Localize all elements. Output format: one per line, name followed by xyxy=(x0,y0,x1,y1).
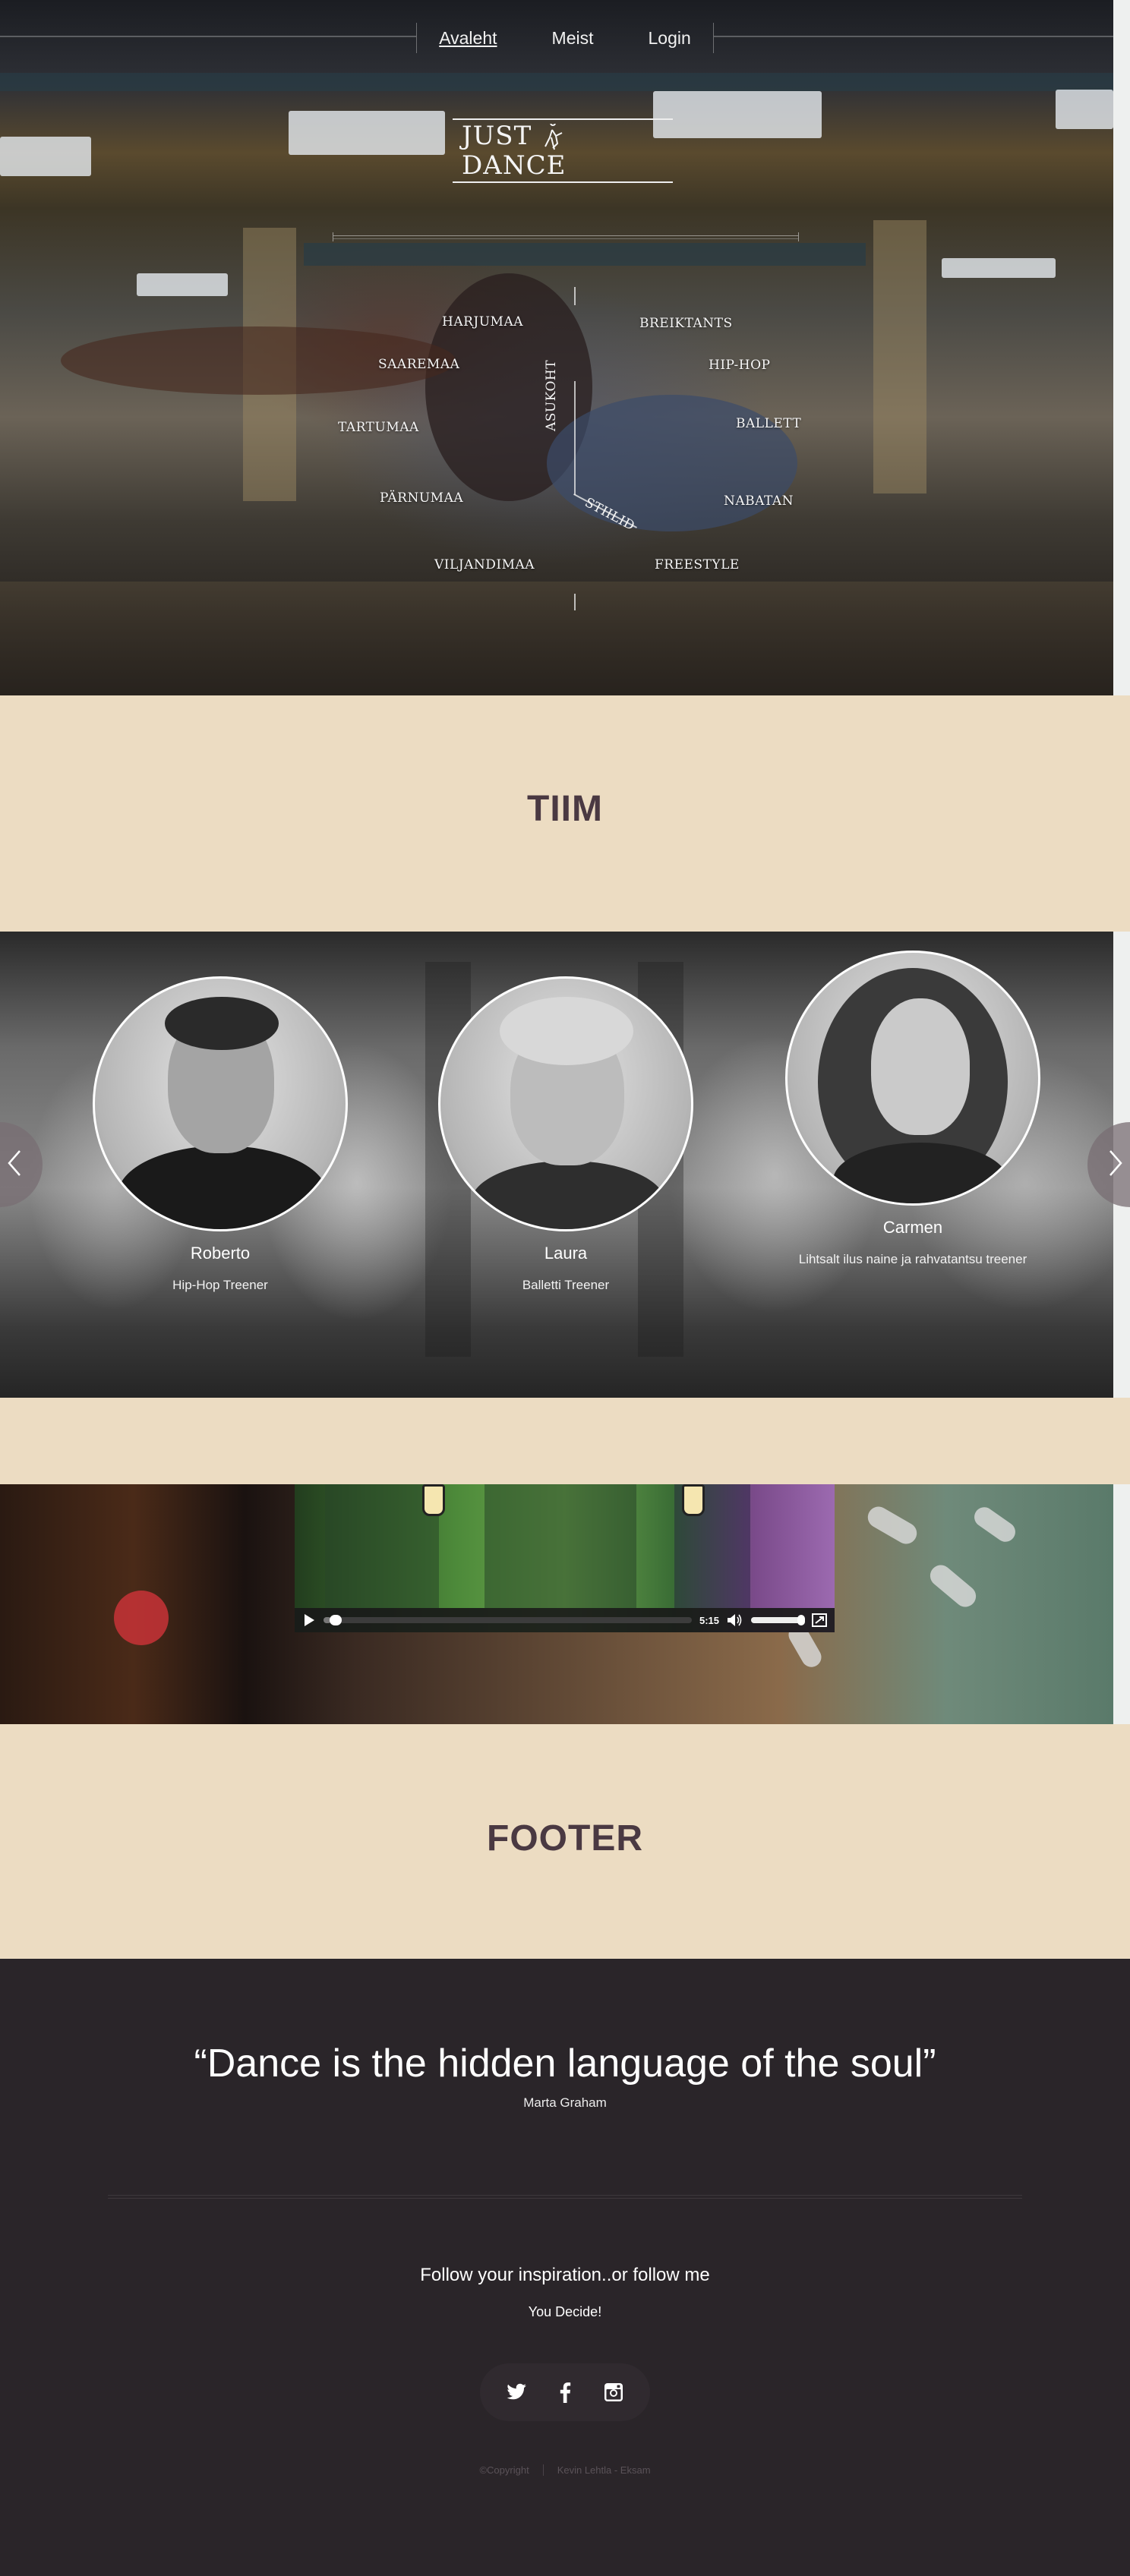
style-breiktants[interactable]: BREIKTANTS xyxy=(639,316,733,331)
top-navigation: Avaleht Meist Login xyxy=(0,0,1113,73)
volume-slider[interactable] xyxy=(751,1615,805,1625)
region-harjumaa[interactable]: HARJUMAA xyxy=(442,314,523,329)
quote-author: Marta Graham xyxy=(523,2095,607,2110)
style-hip-hop[interactable]: HIP-HOP xyxy=(709,358,771,373)
menu-axis-bottom xyxy=(574,594,576,610)
menu-rule xyxy=(333,232,799,241)
member-role: Hip-Hop Treener xyxy=(172,1278,268,1292)
logo-text-left: JUST xyxy=(462,120,532,151)
menu-axis xyxy=(574,381,576,495)
ceiling-light xyxy=(289,111,445,155)
region-saaremaa[interactable]: SAAREMAA xyxy=(378,357,459,372)
video-controls: 5:15 xyxy=(295,1608,835,1632)
follow-heading: Follow your inspiration..or follow me xyxy=(420,2265,710,2285)
background-blur xyxy=(926,1560,980,1612)
style-ballett[interactable]: BALLETT xyxy=(736,416,801,431)
team-member-card: Roberto Hip-Hop Treener xyxy=(91,976,349,1297)
member-role: Lihtsalt ilus naine ja rahvatantsu treen… xyxy=(798,1252,1027,1266)
team-member-card: Laura Balletti Treener xyxy=(437,976,695,1297)
volume-icon[interactable] xyxy=(727,1613,743,1627)
ceiling-beam xyxy=(0,73,1113,91)
social-links xyxy=(480,2363,650,2421)
video-player[interactable]: 5:15 xyxy=(295,1484,835,1632)
logo-text-right: DANCE xyxy=(462,150,567,181)
background-blur xyxy=(863,1502,921,1548)
ceiling-beam xyxy=(304,243,866,266)
video-progress-knob[interactable] xyxy=(329,1615,342,1625)
copyright-text: ©Copyright xyxy=(479,2464,529,2476)
avatar xyxy=(785,951,1040,1206)
avatar xyxy=(438,976,693,1231)
fullscreen-icon[interactable] xyxy=(812,1613,827,1627)
dancer-silhouette xyxy=(547,395,797,531)
member-name: Laura xyxy=(544,1244,588,1263)
volume-knob[interactable] xyxy=(797,1615,805,1625)
follow-subheading: You Decide! xyxy=(528,2304,602,2319)
instagram-icon[interactable] xyxy=(602,2381,625,2404)
volume-fill xyxy=(751,1617,802,1623)
region-viljandimaa[interactable]: VILJANDIMAA xyxy=(434,557,535,572)
author-credit: Kevin Lehtla - Eksam xyxy=(542,2464,664,2476)
page-edge xyxy=(1113,1484,1130,1724)
chevron-right-icon xyxy=(1100,1148,1130,1182)
background-blur xyxy=(970,1503,1020,1546)
nav-link-meist[interactable]: Meist xyxy=(552,28,594,49)
page-edge xyxy=(1113,0,1130,695)
footer-section-title: FOOTER xyxy=(487,1818,643,1859)
background-blur xyxy=(114,1591,169,1645)
video-duration: 5:15 xyxy=(699,1614,719,1626)
avatar xyxy=(93,976,348,1231)
nav-rule-right xyxy=(714,36,1113,37)
member-name: Carmen xyxy=(882,1218,943,1237)
nav-rule-left xyxy=(0,36,416,37)
nav-link-login[interactable]: Login xyxy=(648,28,690,49)
spacer-section xyxy=(0,1398,1130,1484)
ceiling-light xyxy=(942,258,1056,278)
ceiling-light xyxy=(653,91,822,138)
team-section-title: TIIM xyxy=(527,789,603,829)
video-frame xyxy=(682,1484,705,1516)
chevron-left-icon xyxy=(0,1148,30,1182)
region-parnumaa[interactable]: PÄRNUMAA xyxy=(380,490,463,506)
logo-wordmark: JUST DANCE xyxy=(453,118,673,183)
ceiling-light xyxy=(137,273,228,296)
floor xyxy=(0,582,1113,695)
team-member-card: Carmen Lihtsalt ilus naine ja rahvatants… xyxy=(784,951,1042,1271)
member-name: Roberto xyxy=(190,1244,251,1263)
style-nabatan[interactable]: NABATAN xyxy=(724,493,794,509)
footer-quote: “Dance is the hidden language of the sou… xyxy=(194,2042,936,2086)
video-progress-bar[interactable] xyxy=(324,1615,692,1625)
style-freestyle[interactable]: FREESTYLE xyxy=(655,557,740,572)
nav-link-avaleht[interactable]: Avaleht xyxy=(439,28,497,49)
member-role: Balletti Treener xyxy=(522,1278,610,1292)
region-tartumaa[interactable]: TARTUMAA xyxy=(338,420,419,435)
footer-divider xyxy=(108,2195,1022,2199)
menu-category-asukoht: ASUKOHT xyxy=(544,359,559,431)
menu-axis-top xyxy=(574,287,576,305)
site-logo[interactable]: JUST DANCE xyxy=(453,118,673,183)
play-icon[interactable] xyxy=(302,1613,316,1627)
hero-banner xyxy=(0,0,1113,695)
twitter-icon[interactable] xyxy=(505,2381,528,2404)
facebook-icon[interactable] xyxy=(554,2381,576,2404)
video-frame xyxy=(422,1484,445,1516)
pillar xyxy=(873,220,926,493)
nav-menu: Avaleht Meist Login xyxy=(416,23,714,53)
dancers-icon xyxy=(544,119,563,151)
copyright-bar: ©Copyright Kevin Lehtla - Eksam xyxy=(0,2464,1130,2476)
video-frame xyxy=(485,1484,636,1608)
ceiling-light xyxy=(1056,90,1113,129)
ceiling-light xyxy=(0,137,91,176)
